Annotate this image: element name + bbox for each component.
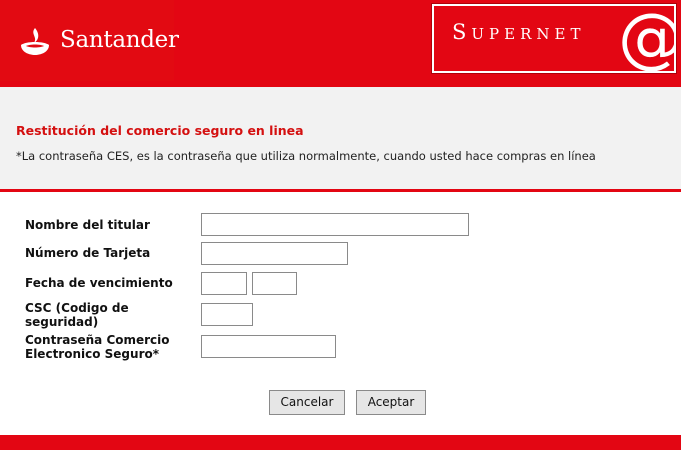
accept-button[interactable]: Aceptar <box>356 390 426 415</box>
at-sign-icon: @ <box>618 4 676 72</box>
ces-label-line1: Contraseña Comercio <box>25 333 170 347</box>
csc-input[interactable] <box>201 303 253 326</box>
expiry-month-input[interactable] <box>201 272 247 295</box>
csc-label-line2: seguridad) <box>25 315 99 329</box>
holder-name-label: Nombre del titular <box>25 218 150 232</box>
page-title: Restitución del comercio seguro en linea <box>16 123 304 138</box>
brand-name: Santander <box>60 27 179 53</box>
card-number-label: Número de Tarjeta <box>25 246 151 260</box>
expiry-year-input[interactable] <box>252 272 297 295</box>
card-number-input[interactable] <box>201 242 348 265</box>
footer-bar <box>0 435 681 450</box>
expiry-label: Fecha de vencimiento <box>25 276 173 290</box>
cancel-button[interactable]: Cancelar <box>269 390 345 415</box>
section-divider <box>0 189 681 192</box>
santander-logo[interactable]: Santander <box>0 0 179 81</box>
ces-note: *La contraseña CES, es la contraseña que… <box>16 149 596 163</box>
csc-label-line1: CSC (Codigo de <box>25 301 129 315</box>
ces-label: Contraseña Comercio Electronico Seguro* <box>25 333 170 361</box>
supernet-logo: Supernet @ <box>431 3 677 74</box>
santander-flame-icon <box>21 28 49 55</box>
csc-label: CSC (Codigo de seguridad) <box>25 301 129 329</box>
header-banner: Santander Supernet @ <box>0 0 681 87</box>
supernet-title: Supernet <box>452 20 586 44</box>
ces-password-input[interactable] <box>201 335 336 358</box>
info-panel <box>0 87 681 189</box>
at-symbol: @ <box>618 4 676 72</box>
ces-label-line2: Electronico Seguro* <box>25 347 160 361</box>
holder-name-input[interactable] <box>201 213 469 236</box>
